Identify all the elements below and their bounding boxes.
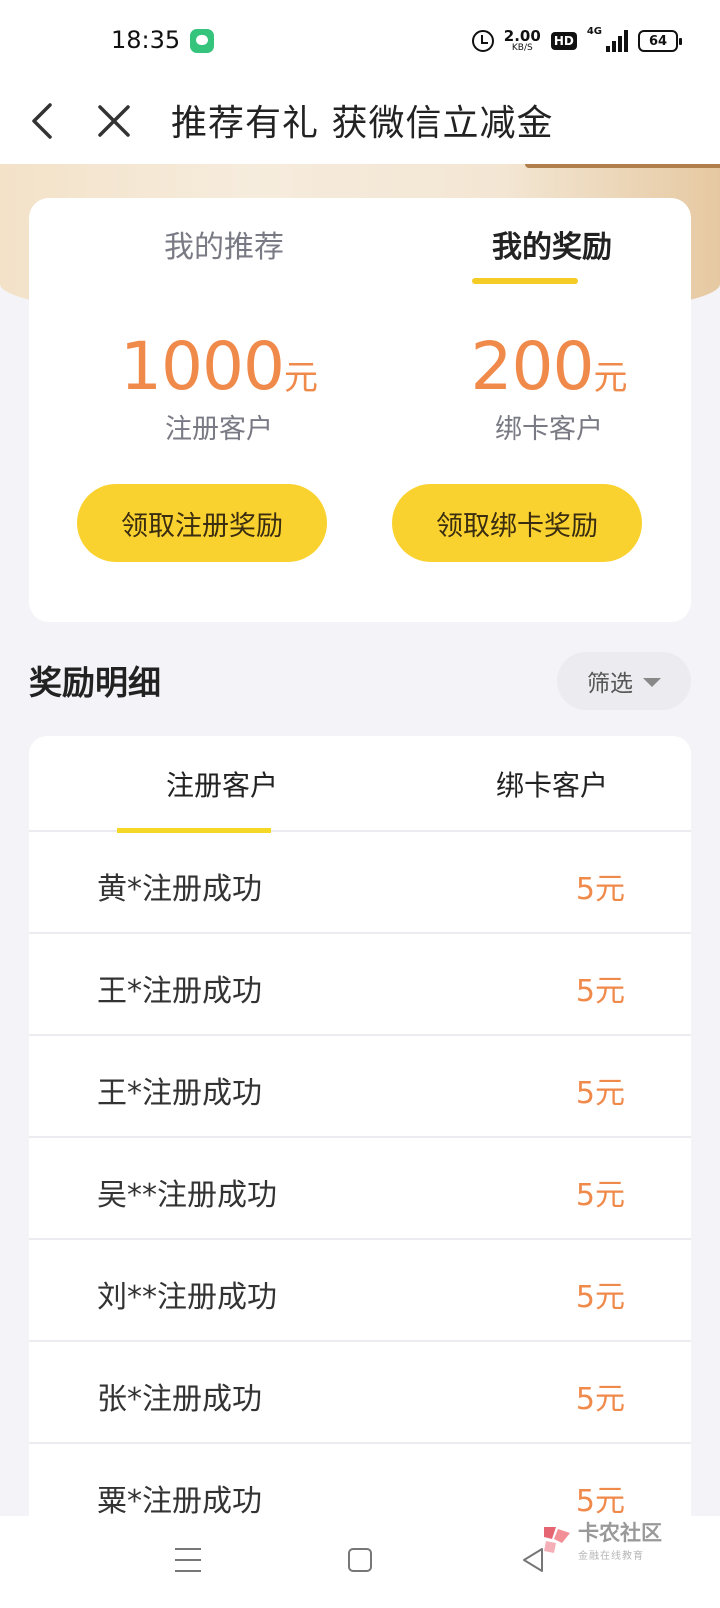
close-icon[interactable] <box>94 96 138 146</box>
detail-rows: 黄*注册成功 5元 王*注册成功 5元 王*注册成功 5元 吴**注册成功 5元… <box>29 832 691 1516</box>
watermark-logo-icon <box>540 1523 574 1557</box>
list-item: 张*注册成功 5元 <box>29 1342 691 1444</box>
hd-icon: HD <box>550 32 577 50</box>
register-reward-stat: 1000元 注册客户 <box>69 328 369 446</box>
tab-my-recommend[interactable]: 我的推荐 <box>124 222 324 266</box>
net-speed: 2.00 KB/S <box>504 29 541 53</box>
status-bar: 18:35 2.00 KB/S HD 4G 64 <box>0 0 720 80</box>
reward-details-heading: 奖励明细 <box>29 663 161 702</box>
battery-icon: 64 <box>638 30 682 52</box>
navigation-bar: 推荐有礼 获微信立减金 <box>0 80 720 164</box>
network-type: 4G <box>586 26 602 37</box>
alarm-icon <box>471 30 494 52</box>
list-item: 黄*注册成功 5元 <box>29 832 691 934</box>
reward-amount: 5元 <box>575 1178 625 1213</box>
reward-amount: 5元 <box>575 872 625 907</box>
list-item: 吴**注册成功 5元 <box>29 1138 691 1240</box>
back-icon[interactable] <box>28 96 68 146</box>
bindcard-reward-label: 绑卡客户 <box>495 414 603 445</box>
net-speed-value: 2.00 <box>503 27 541 45</box>
banner-ribbon <box>525 164 720 168</box>
filter-label: 筛选 <box>587 671 633 697</box>
register-reward-label: 注册客户 <box>165 414 273 445</box>
status-indicators: 2.00 KB/S HD 4G 64 <box>471 26 682 56</box>
list-item: 王*注册成功 5元 <box>29 934 691 1036</box>
active-tab-indicator <box>472 278 578 284</box>
watermark: 卡农社区 金融在线教育 <box>540 1517 662 1562</box>
tab-my-reward[interactable]: 我的奖励 <box>452 222 652 266</box>
watermark-sub-text: 金融在线教育 <box>578 1551 644 1562</box>
page-title: 推荐有礼 获微信立减金 <box>171 103 554 144</box>
tab-registered-customers[interactable]: 注册客户 <box>112 764 332 804</box>
bindcard-reward-amount: 200 <box>470 328 595 405</box>
bindcard-reward-stat: 200元 绑卡客户 <box>399 328 699 446</box>
reward-amount: 5元 <box>575 1280 625 1315</box>
home-icon[interactable] <box>348 1548 372 1572</box>
customer-name: 吴**注册成功 <box>97 1178 277 1213</box>
claim-register-reward-button[interactable]: 领取注册奖励 <box>77 484 327 562</box>
caret-down-icon <box>643 678 661 687</box>
customer-name: 王*注册成功 <box>97 974 262 1009</box>
chat-app-icon <box>190 29 214 53</box>
bindcard-reward-unit: 元 <box>593 358 628 398</box>
register-reward-amount: 1000 <box>120 328 285 405</box>
list-item: 王*注册成功 5元 <box>29 1036 691 1138</box>
customer-name: 王*注册成功 <box>97 1076 262 1111</box>
customer-name: 刘**注册成功 <box>97 1280 277 1315</box>
customer-name: 张*注册成功 <box>97 1382 262 1417</box>
reward-summary-card: 我的推荐 我的奖励 1000元 注册客户 200元 绑卡客户 领取注册奖励 领取… <box>29 198 691 622</box>
reward-amount: 5元 <box>575 1484 625 1516</box>
net-speed-unit: KB/S <box>511 43 533 53</box>
list-item: 粟*注册成功 5元 <box>29 1444 691 1516</box>
customer-name: 粟*注册成功 <box>97 1484 262 1516</box>
watermark-main-text: 卡农社区 <box>578 1521 662 1545</box>
status-time: 18:35 <box>111 26 181 54</box>
reward-amount: 5元 <box>575 1382 625 1417</box>
reward-details-list: 注册客户 绑卡客户 黄*注册成功 5元 王*注册成功 5元 王*注册成功 5元 … <box>29 736 691 1516</box>
register-reward-unit: 元 <box>283 358 318 398</box>
customer-name: 黄*注册成功 <box>97 872 262 907</box>
detail-tabs: 注册客户 绑卡客户 <box>29 736 691 833</box>
menu-icon[interactable] <box>175 1548 201 1572</box>
signal-icon <box>606 30 628 52</box>
filter-button[interactable]: 筛选 <box>557 652 691 710</box>
list-item: 刘**注册成功 5元 <box>29 1240 691 1342</box>
tab-bindcard-customers[interactable]: 绑卡客户 <box>442 764 662 804</box>
reward-amount: 5元 <box>575 974 625 1009</box>
reward-amount: 5元 <box>575 1076 625 1111</box>
claim-bindcard-reward-button[interactable]: 领取绑卡奖励 <box>392 484 642 562</box>
